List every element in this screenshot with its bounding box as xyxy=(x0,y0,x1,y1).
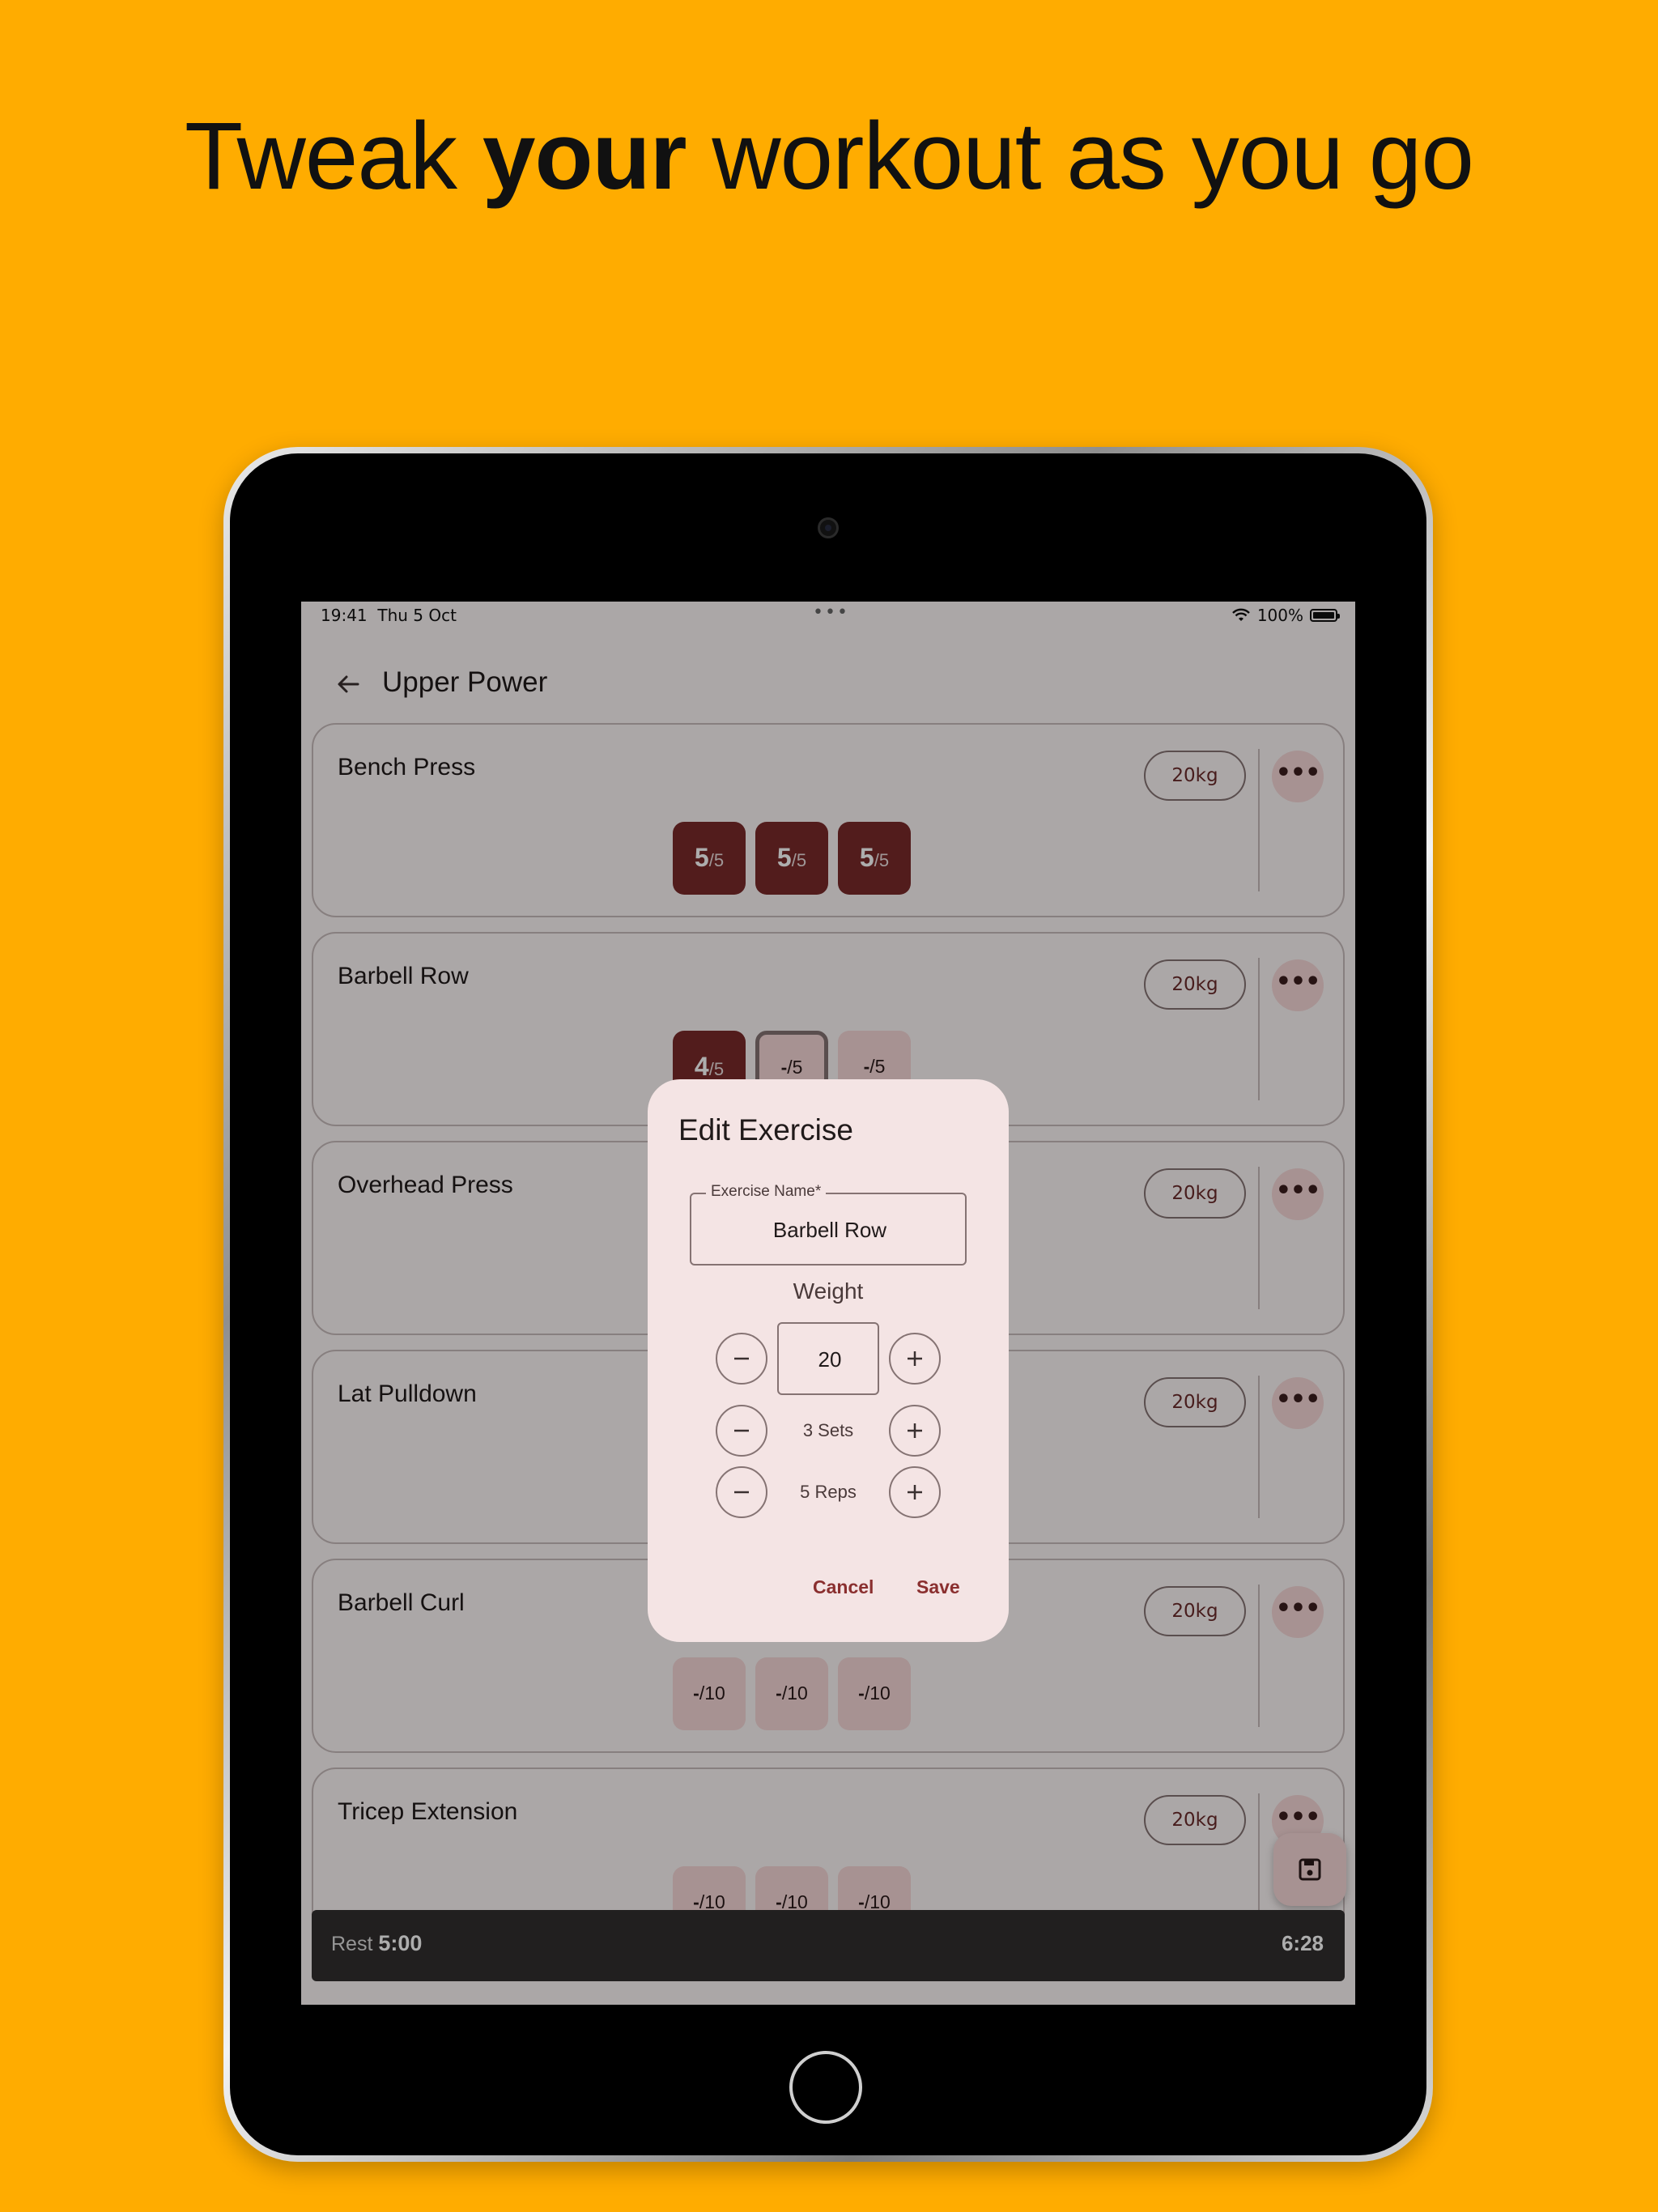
plus-icon xyxy=(908,1423,922,1438)
save-button[interactable]: Save xyxy=(916,1576,960,1598)
exercise-name-input[interactable] xyxy=(691,1194,968,1266)
sets-increase-button[interactable] xyxy=(889,1405,941,1457)
reps-decrease-button[interactable] xyxy=(716,1466,767,1518)
dialog-title: Edit Exercise xyxy=(678,1113,853,1146)
weight-label: Weight xyxy=(793,1278,864,1304)
camera-icon xyxy=(818,517,839,538)
headline-emphasis: your xyxy=(482,103,687,210)
sets-value: 3 Sets xyxy=(802,1420,854,1440)
cancel-button[interactable]: Cancel xyxy=(813,1576,874,1598)
headline: Tweak your workout as you go xyxy=(0,101,1658,211)
headline-text: Tweak xyxy=(185,103,483,210)
app-screen: 19:41 Thu 5 Oct ••• 100% Upper Power Ben… xyxy=(301,602,1355,2005)
edit-exercise-dialog: Edit Exercise Exercise Name* Weight 3 Se… xyxy=(648,1079,1009,1642)
sets-decrease-button[interactable] xyxy=(716,1405,767,1457)
plus-icon xyxy=(908,1351,922,1366)
headline-text-end: workout as you go xyxy=(686,103,1474,210)
weight-decrease-button[interactable] xyxy=(716,1333,767,1385)
weight-increase-button[interactable] xyxy=(889,1333,941,1385)
minus-icon xyxy=(734,1491,749,1494)
plus-icon xyxy=(908,1485,922,1499)
reps-increase-button[interactable] xyxy=(889,1466,941,1518)
minus-icon xyxy=(734,1429,749,1432)
home-button[interactable] xyxy=(789,2051,862,2124)
minus-icon xyxy=(734,1357,749,1360)
weight-field xyxy=(777,1322,881,1395)
exercise-name-field: Exercise Name* xyxy=(690,1183,968,1266)
weight-input[interactable] xyxy=(779,1324,881,1395)
reps-value: 5 Reps xyxy=(800,1482,857,1502)
